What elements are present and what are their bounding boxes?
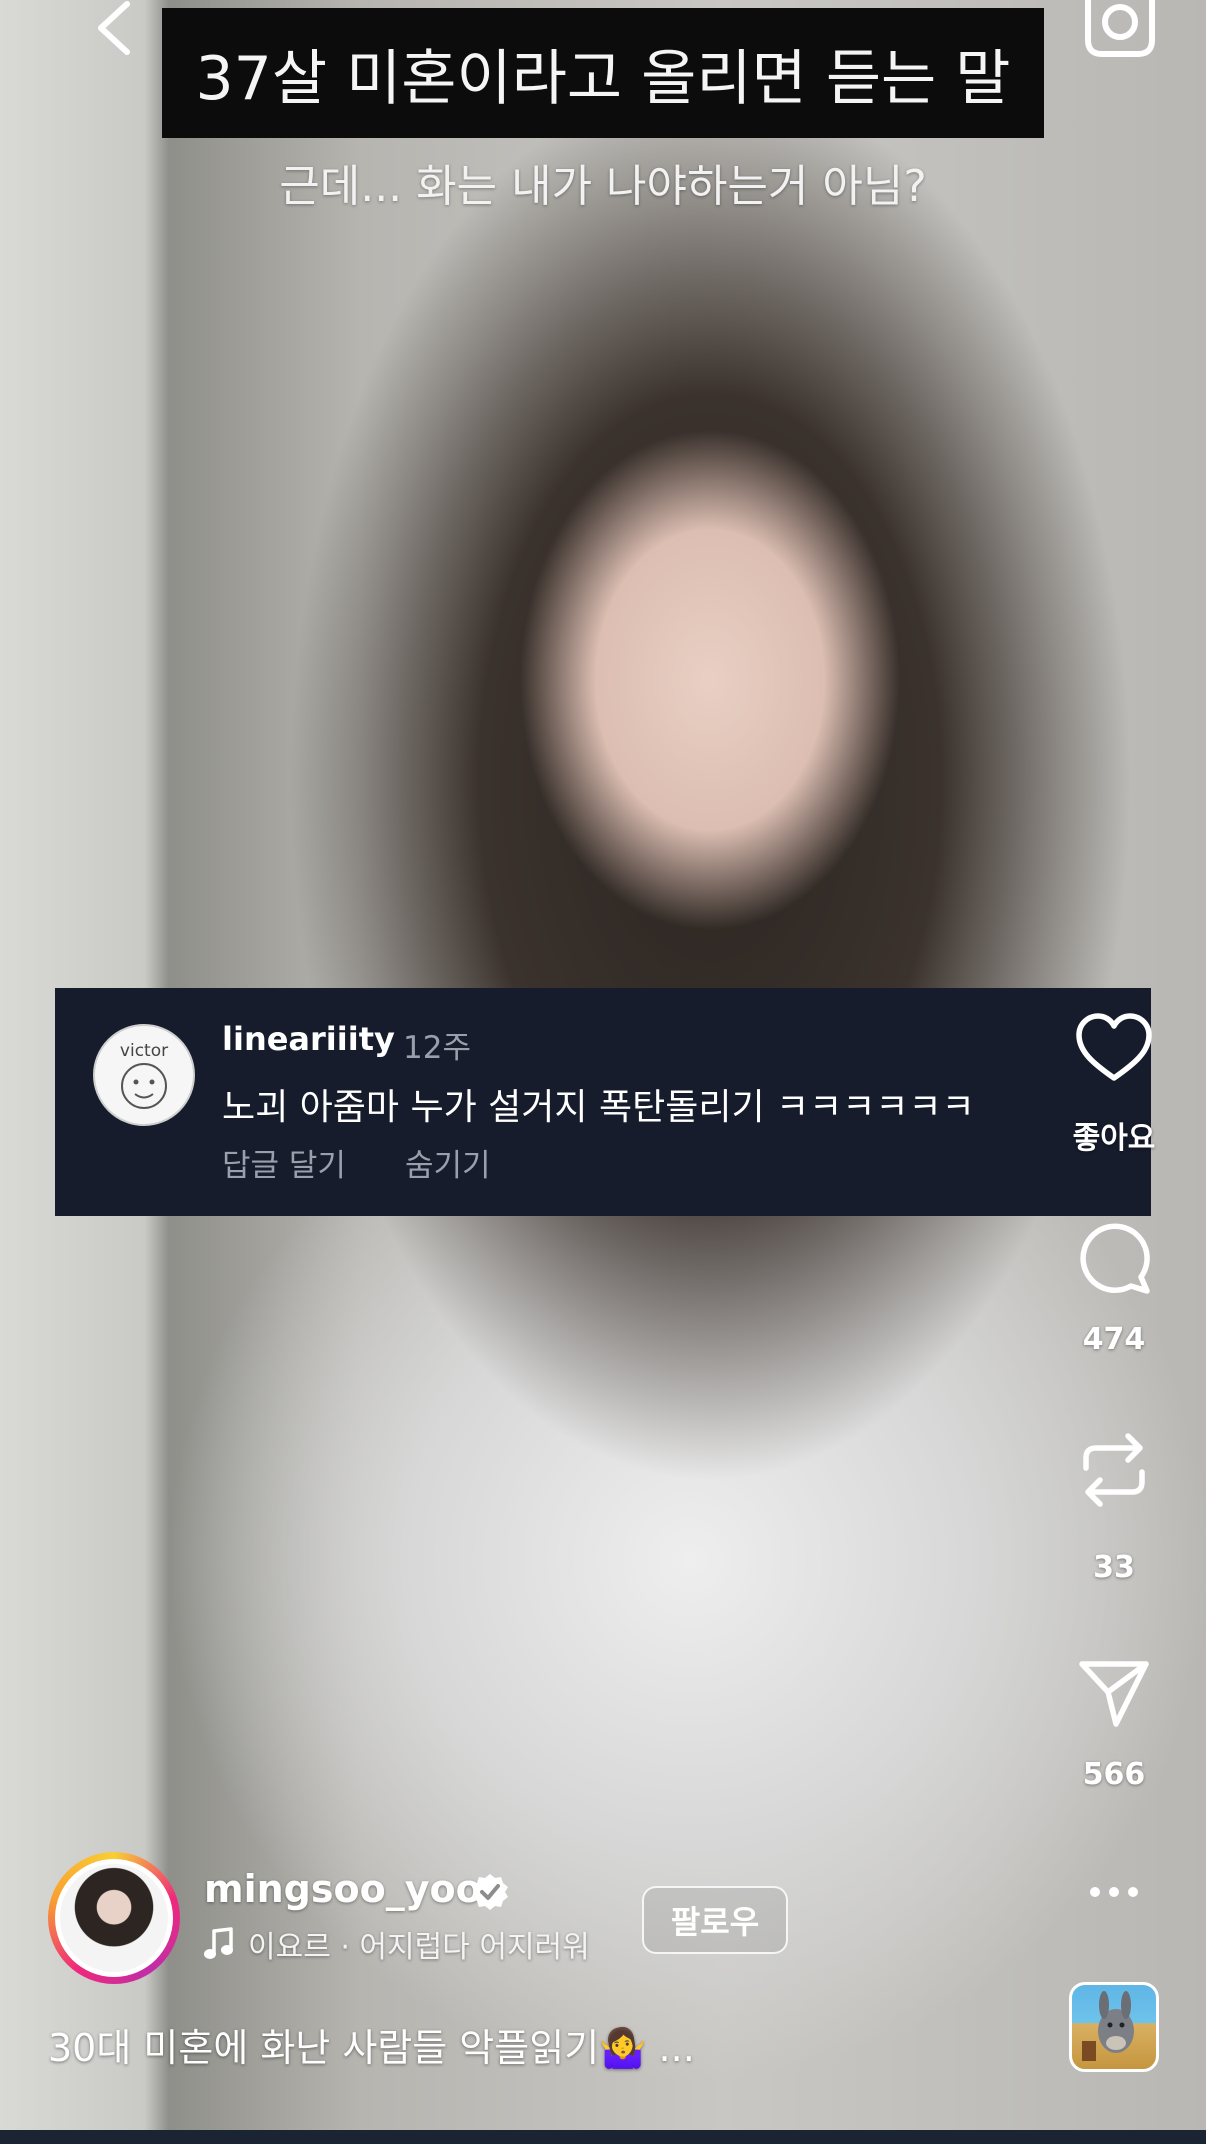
like-button[interactable]: [1072, 1010, 1156, 1086]
repost-icon: [1083, 1433, 1145, 1507]
bottom-edge-bar: [0, 2130, 1206, 2144]
music-track[interactable]: 이요르 · 어지럽다 어지러워: [204, 1922, 590, 1966]
comment-avatar-text: victor: [120, 1041, 168, 1061]
comment-icon: [1080, 1223, 1150, 1294]
hide-comment-button[interactable]: 숨기기: [405, 1140, 491, 1185]
more-icon: [1090, 1887, 1138, 1897]
comments-count: 474: [1082, 1322, 1146, 1357]
verified-icon: [472, 1874, 508, 1910]
more-options-button[interactable]: [1082, 1872, 1146, 1912]
back-chevron-icon: [98, 1, 130, 55]
comment-username[interactable]: lineariiity: [222, 1020, 395, 1058]
creator-username[interactable]: mingsoo_yoo: [204, 1867, 482, 1911]
repost-button[interactable]: [1074, 1428, 1154, 1512]
donkey-thumbnail-image: [1082, 1991, 1134, 2061]
video-subtitle-overlay: 근데... 화는 내가 나야하는거 아님?: [279, 161, 927, 212]
send-icon: [1079, 1661, 1149, 1727]
shares-count: 566: [1082, 1757, 1146, 1792]
video-title-overlay: 37살 미혼이라고 올리면 듣는 말: [162, 8, 1044, 138]
like-label: 좋아요: [1072, 1121, 1156, 1156]
audio-thumbnail[interactable]: [1069, 1982, 1159, 2072]
comment-avatar-drawing: victor: [120, 1041, 168, 1109]
camera-button[interactable]: [1078, 0, 1162, 60]
back-button[interactable]: [80, 0, 150, 60]
share-button[interactable]: [1074, 1656, 1154, 1732]
heart-icon: [1076, 1013, 1152, 1081]
reply-button[interactable]: 답글 달기: [222, 1140, 346, 1185]
comment-avatar[interactable]: victor: [93, 1024, 195, 1126]
creator-avatar-photo: [60, 1864, 168, 1972]
creator-avatar[interactable]: [48, 1852, 180, 1984]
comment-time: 12주: [403, 1030, 471, 1066]
music-track-label: 이요르 · 어지럽다 어지러워: [248, 1930, 590, 1965]
reposts-count: 33: [1093, 1550, 1135, 1585]
pinned-comment-card[interactable]: victor lineariiity 12주 노괴 아줌마 누가 설거지 폭탄돌…: [55, 988, 1151, 1216]
post-caption[interactable]: 30대 미혼에 화난 사람들 악플읽기🤷‍♀️ ...: [48, 2017, 695, 2072]
music-note-icon: [204, 1927, 233, 1959]
comment-text: 노괴 아줌마 누가 설거지 폭탄돌리기 ㅋㅋㅋㅋㅋㅋ: [222, 1087, 975, 1128]
follow-button[interactable]: 팔로우: [642, 1886, 788, 1954]
camera-icon: [1085, 0, 1155, 57]
comment-button[interactable]: [1074, 1218, 1154, 1298]
